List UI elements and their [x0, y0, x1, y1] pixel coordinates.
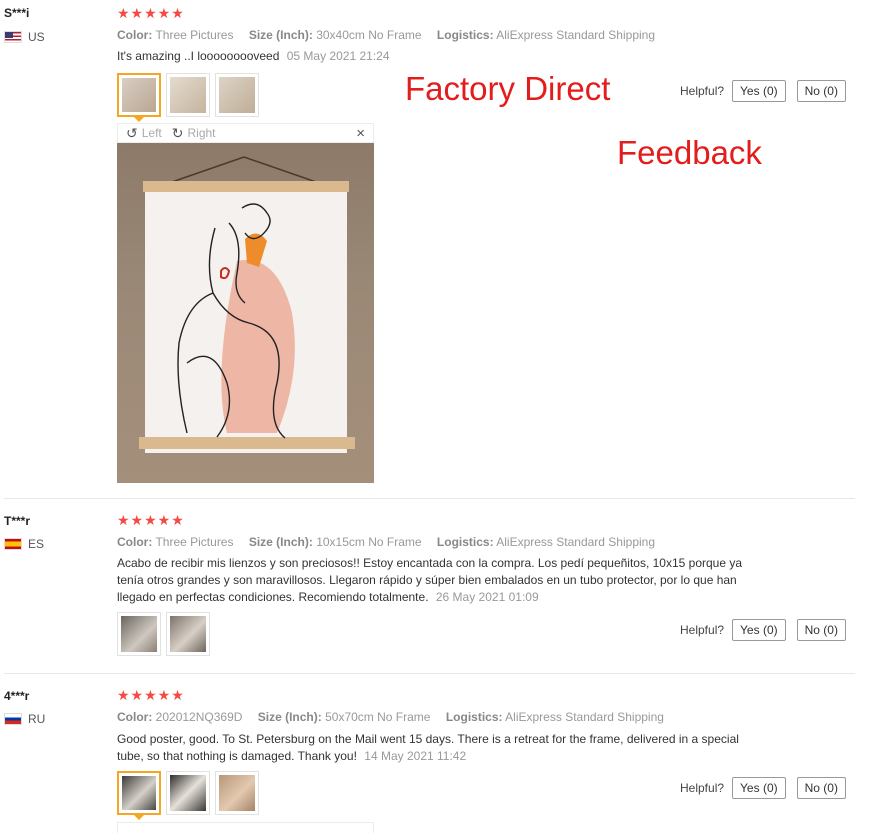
logistics-label: Logistics: [436, 28, 494, 42]
review-thumbnail[interactable] [166, 612, 210, 656]
logistics-value: AliExpress Standard Shipping [496, 535, 656, 549]
poster-thumbnail-image [170, 775, 206, 811]
helpful-yes-button[interactable]: Yes (0) [732, 80, 786, 102]
size-value: 30x40cm No Frame [316, 28, 422, 42]
review-meta: Color: Three Pictures Size (Inch): 10x15… [117, 535, 667, 549]
rotate-right-label[interactable]: Right [187, 126, 215, 140]
helpful-vote: Helpful? Yes (0) No (0) [680, 619, 846, 641]
star-rating: ★★★★★ [117, 512, 185, 528]
poster-thumbnail-image [170, 616, 206, 652]
ru-flag-icon [4, 713, 22, 725]
helpful-no-button[interactable]: No (0) [796, 619, 846, 641]
reviewer-country: US [4, 30, 45, 44]
rotate-left-label[interactable]: Left [142, 126, 162, 140]
close-icon[interactable]: × [356, 125, 365, 142]
review-divider [4, 498, 855, 499]
review-text-block: Acabo de recibir mis lienzos y son preci… [117, 555, 767, 606]
color-label: Color: [117, 535, 153, 549]
rotate-left-icon[interactable]: ↺ [126, 125, 138, 142]
color-label: Color: [117, 710, 153, 724]
review-date: 26 May 2021 01:09 [435, 590, 539, 604]
poster-thumbnail-image [170, 77, 206, 113]
poster-thumbnail-image [219, 77, 255, 113]
review-thumbnails [117, 771, 259, 820]
rotate-right-icon[interactable]: ↻ [172, 125, 184, 142]
helpful-yes-button[interactable]: Yes (0) [732, 619, 786, 641]
size-value: 10x15cm No Frame [316, 535, 422, 549]
es-flag-icon [4, 538, 22, 550]
reviewer-name: T***r [4, 514, 31, 528]
helpful-vote: Helpful? Yes (0) No (0) [680, 80, 846, 102]
review-text: Acabo de recibir mis lienzos y son preci… [117, 556, 743, 604]
helpful-label: Helpful? [680, 623, 725, 637]
review-divider [4, 673, 855, 674]
review-text-block: It's amazing ..I looooooooveed 05 May 20… [117, 48, 390, 65]
poster-thumbnail-image [121, 616, 157, 652]
review-thumbnails [117, 73, 259, 122]
review-thumbnail[interactable] [166, 73, 210, 117]
country-code: US [28, 30, 45, 44]
review-thumbnails [117, 612, 210, 656]
star-rating: ★★★★★ [117, 5, 185, 21]
poster-thumbnail-image [219, 775, 255, 811]
helpful-label: Helpful? [680, 84, 725, 98]
reviewer-name: S***i [4, 6, 30, 20]
helpful-vote: Helpful? Yes (0) No (0) [680, 777, 846, 799]
review-thumbnail[interactable] [117, 771, 161, 820]
review-text-block: Good poster, good. To St. Petersburg on … [117, 731, 767, 765]
size-value: 50x70cm No Frame [325, 710, 431, 724]
overlay-title-line2: Feedback [617, 134, 762, 171]
logistics-value: AliExpress Standard Shipping [505, 710, 664, 724]
reviewer-country: RU [4, 712, 45, 726]
review-thumbnail[interactable] [117, 73, 161, 122]
size-label: Size (Inch): [257, 710, 322, 724]
review-meta: Color: Three Pictures Size (Inch): 30x40… [117, 28, 667, 42]
review-meta: Color: 202012NQ369D Size (Inch): 50x70cm… [117, 710, 676, 724]
star-rating: ★★★★★ [117, 687, 185, 703]
reviewer-country: ES [4, 537, 44, 551]
color-label: Color: [117, 28, 153, 42]
review-date: 14 May 2021 11:42 [364, 749, 467, 763]
us-flag-icon [4, 31, 22, 43]
poster-thumbnail-image [122, 776, 156, 810]
size-label: Size (Inch): [248, 28, 313, 42]
country-code: RU [28, 712, 46, 726]
helpful-no-button[interactable]: No (0) [796, 80, 846, 102]
review-text: It's amazing ..I looooooooveed [117, 49, 280, 63]
enlarged-review-photo [117, 143, 374, 483]
size-label: Size (Inch): [248, 535, 313, 549]
color-value: 202012NQ369D [155, 710, 243, 724]
logistics-value: AliExpress Standard Shipping [496, 28, 656, 42]
review-thumbnail[interactable] [215, 771, 259, 815]
overlay-title-line1: Factory Direct [405, 70, 611, 107]
reviewer-name: 4***r [4, 689, 30, 703]
helpful-no-button[interactable]: No (0) [796, 777, 846, 799]
review-thumbnail[interactable] [215, 73, 259, 117]
color-value: Three Pictures [155, 28, 234, 42]
color-value: Three Pictures [155, 535, 234, 549]
logistics-label: Logistics: [445, 710, 503, 724]
review-thumbnail[interactable] [117, 612, 161, 656]
review-thumbnail[interactable] [166, 771, 210, 815]
review-date: 05 May 2021 21:24 [286, 49, 390, 63]
poster-thumbnail-image [122, 78, 156, 112]
helpful-yes-button[interactable]: Yes (0) [732, 777, 786, 799]
image-viewer-toolbar-partial [117, 822, 374, 833]
poster-photo-illustration [139, 156, 355, 453]
country-code: ES [28, 537, 45, 551]
logistics-label: Logistics: [436, 535, 494, 549]
helpful-label: Helpful? [680, 781, 725, 795]
image-viewer-toolbar: ↺ Left ↻ Right × [117, 123, 374, 143]
